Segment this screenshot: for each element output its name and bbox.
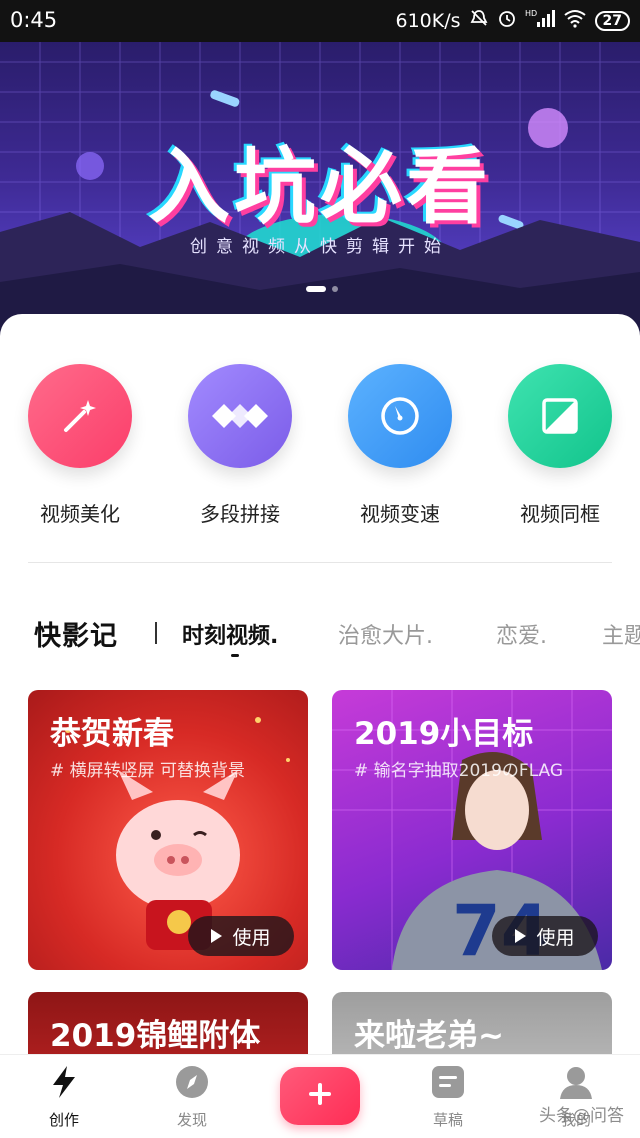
user-icon <box>559 1065 593 1103</box>
nav-label: 草稿 <box>432 1111 463 1129</box>
signal-label: HD <box>525 9 537 18</box>
compass-nav-icon <box>175 1065 209 1103</box>
carousel-dot <box>332 286 338 292</box>
nav-drafts[interactable]: 草稿 <box>398 1065 498 1130</box>
tool-video-speed[interactable]: 视频变速 <box>320 364 480 527</box>
tool-label: 视频美化 <box>40 502 120 526</box>
card-title: 2019小目标 <box>354 716 534 752</box>
banner-title: 入坑必看 <box>147 140 492 235</box>
banner-carousel[interactable]: 入坑必看 创意视频从快剪辑开始 <box>0 42 640 342</box>
nav-label: 创作 <box>48 1111 79 1129</box>
tool-video-duet[interactable]: 视频同框 <box>480 364 640 527</box>
use-button[interactable]: 使用 <box>188 916 294 956</box>
category-tabs: 快影记 时刻视频. 治愈大片. 恋爱. 主题 <box>0 614 640 664</box>
card-subtitle: # 横屏转竖屏 可替换背景 <box>50 761 246 781</box>
play-icon <box>515 929 527 943</box>
divider <box>28 562 612 563</box>
battery-icon: 27 <box>594 11 630 31</box>
bottom-navigation: 创作 发现 草稿 我的 头条@问答 <box>0 1054 640 1138</box>
lightning-icon <box>49 1065 79 1103</box>
carousel-indicator <box>306 286 338 292</box>
kuaiyingji-logo: 快影记 <box>34 621 118 652</box>
tool-label: 视频同框 <box>520 502 600 526</box>
status-icons: 610K/s HD 27 <box>395 8 630 34</box>
tool-grid: 视频美化 多段拼接 视频变速 视频同框 <box>0 364 640 527</box>
tool-label: 视频变速 <box>360 502 440 526</box>
tab-love[interactable]: 恋爱. <box>496 618 547 650</box>
template-card[interactable]: 74 2019小目标 # 输名字抽取2019のFLAG 使用 <box>332 690 612 970</box>
mute-icon <box>469 8 489 34</box>
tab-separator <box>155 622 157 644</box>
status-bar: 0:45 610K/s HD 27 <box>0 0 640 42</box>
card-title: 来啦老弟~ <box>354 1018 504 1054</box>
use-button-label: 使用 <box>232 926 271 949</box>
split-square-icon <box>508 364 612 468</box>
active-tab-indicator <box>231 654 239 657</box>
use-button-label: 使用 <box>536 926 575 949</box>
tab-healing[interactable]: 治愈大片. <box>338 618 433 650</box>
magic-wand-icon <box>28 364 132 468</box>
tool-multi-segment[interactable]: 多段拼接 <box>160 364 320 527</box>
nav-create[interactable]: 创作 <box>14 1065 114 1130</box>
alarm-icon <box>497 8 517 34</box>
card-subtitle: # 输名字抽取2019のFLAG <box>354 761 564 781</box>
banner-subtitle: 创意视频从快剪辑开始 <box>190 237 450 257</box>
nav-label: 发现 <box>176 1111 207 1129</box>
tool-label: 多段拼接 <box>200 502 280 526</box>
wifi-icon <box>563 8 587 34</box>
network-speed: 610K/s <box>395 10 461 32</box>
compass-icon <box>348 364 452 468</box>
signal-icon: HD <box>525 8 555 34</box>
play-icon <box>211 929 223 943</box>
create-add-button[interactable] <box>280 1067 360 1125</box>
tool-video-beautify[interactable]: 视频美化 <box>0 364 160 527</box>
main-panel: 视频美化 多段拼接 视频变速 视频同框 快影记 时刻视频. 治愈大片. 恋爱. … <box>0 314 640 1072</box>
watermark: 头条@问答 <box>539 1106 624 1126</box>
status-time: 0:45 <box>10 8 58 32</box>
tab-moment-video[interactable]: 时刻视频. <box>182 618 278 650</box>
carousel-dot-active <box>306 286 326 292</box>
use-button[interactable]: 使用 <box>492 916 598 956</box>
tab-theme[interactable]: 主题 <box>602 618 640 650</box>
draft-icon <box>431 1065 465 1103</box>
nav-discover[interactable]: 发现 <box>142 1065 242 1130</box>
template-card[interactable]: 恭贺新春 # 横屏转竖屏 可替换背景 使用 <box>28 690 308 970</box>
card-title: 2019锦鲤附体 <box>50 1018 261 1054</box>
diamonds-icon <box>188 364 292 468</box>
plus-icon <box>307 1081 333 1111</box>
card-title: 恭贺新春 <box>50 716 174 752</box>
